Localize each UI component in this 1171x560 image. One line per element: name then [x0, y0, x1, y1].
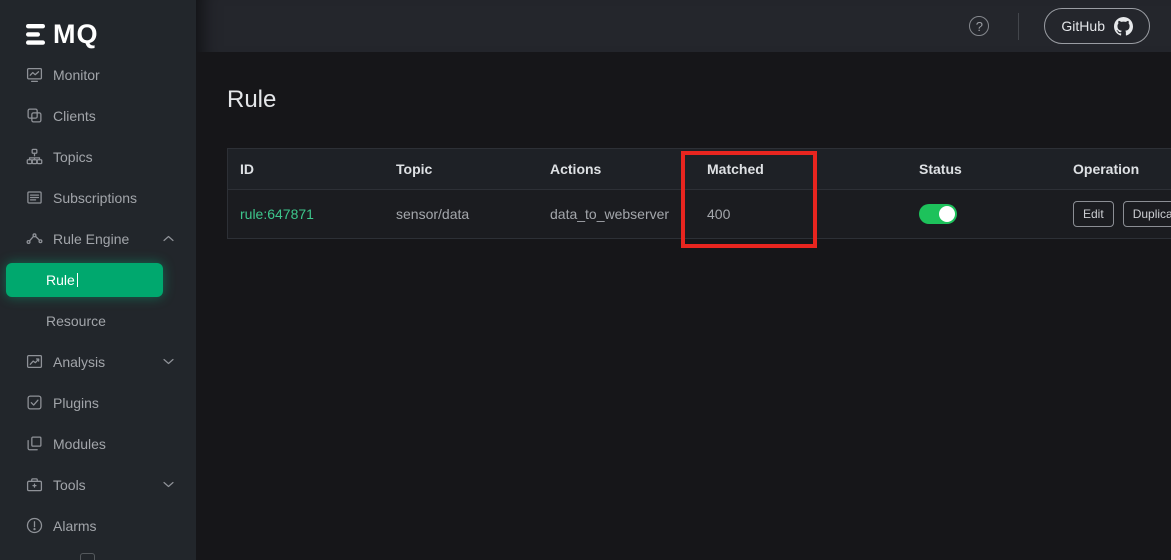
sidebar-item-label: Rule Engine: [53, 231, 129, 247]
cell-matched: 400: [695, 206, 907, 222]
sidebar-item-modules[interactable]: Modules: [0, 423, 196, 464]
edit-button[interactable]: Edit: [1073, 201, 1114, 227]
github-button[interactable]: GitHub: [1044, 8, 1150, 44]
sidebar-item-analysis[interactable]: Analysis: [0, 341, 196, 382]
alarms-icon: [26, 517, 43, 534]
text-caret: [77, 273, 78, 287]
sidebar-item-monitor[interactable]: Monitor: [0, 54, 196, 95]
sidebar-item-label: Resource: [46, 313, 106, 329]
rule-id-link[interactable]: rule:647871: [240, 206, 314, 222]
emq-logo: MQ: [0, 0, 196, 52]
active-item-pill: Rule: [6, 263, 163, 297]
github-button-label: GitHub: [1061, 18, 1105, 34]
column-header-status: Status: [907, 161, 1061, 177]
table-row: rule:647871 sensor/data data_to_webserve…: [228, 190, 1171, 239]
emq-logo-bars-icon: [26, 24, 50, 45]
sidebar-item-label: Rule: [46, 272, 75, 288]
plugins-icon: [26, 394, 43, 411]
sidebar-item-label: Modules: [53, 436, 106, 452]
column-header-topic: Topic: [384, 161, 538, 177]
sidebar-item-rule[interactable]: Rule: [0, 259, 196, 300]
page-title: Rule: [227, 85, 1171, 114]
cell-topic: sensor/data: [384, 206, 538, 222]
sidebar-item-label: Analysis: [53, 354, 105, 370]
duplicate-button[interactable]: Duplicate: [1123, 201, 1171, 227]
cell-actions: data_to_webserver: [538, 206, 695, 222]
sidebar-item-plugins[interactable]: Plugins: [0, 382, 196, 423]
sidebar-item-topics[interactable]: Topics: [0, 136, 196, 177]
sidebar: MQ Monitor Clients: [0, 0, 196, 560]
sidebar-item-label: Clients: [53, 108, 96, 124]
column-header-operation: Operation: [1061, 161, 1171, 177]
sidebar-item-rule-engine[interactable]: Rule Engine: [0, 218, 196, 259]
table-header-row: ID Topic Actions Matched Status Operatio…: [228, 148, 1171, 190]
sidebar-item-label: Plugins: [53, 395, 99, 411]
column-header-matched: Matched: [695, 161, 907, 177]
sidebar-item-label: Subscriptions: [53, 190, 137, 206]
page-content: Rule ID Topic Actions Matched Status Ope…: [196, 85, 1171, 239]
chevron-down-icon: [163, 481, 174, 488]
sidebar-nav: Monitor Clients Topics: [0, 54, 196, 546]
rule-engine-icon: [26, 230, 43, 247]
sidebar-item-resource[interactable]: Resource: [0, 300, 196, 341]
sidebar-item-clients[interactable]: Clients: [0, 95, 196, 136]
tools-icon: [26, 476, 43, 493]
rules-table: ID Topic Actions Matched Status Operatio…: [227, 148, 1171, 239]
chevron-up-icon: [163, 235, 174, 242]
sidebar-item-label: Monitor: [53, 67, 100, 83]
logo-text: MQ: [53, 21, 99, 48]
help-icon[interactable]: ?: [969, 16, 989, 36]
status-toggle-knob: [939, 206, 955, 222]
clients-icon: [26, 107, 43, 124]
topics-icon: [26, 148, 43, 165]
topbar: ? GitHub: [196, 0, 1171, 52]
column-header-id: ID: [228, 161, 384, 177]
modules-icon: [26, 435, 43, 452]
status-toggle[interactable]: [919, 204, 957, 224]
sidebar-item-label: Alarms: [53, 518, 97, 534]
monitor-icon: [26, 66, 43, 83]
sidebar-item-subscriptions[interactable]: Subscriptions: [0, 177, 196, 218]
main-area: ? GitHub Rule ID Topic Actions Matched S…: [196, 0, 1171, 560]
sidebar-item-tools[interactable]: Tools: [0, 464, 196, 505]
subscriptions-icon: [26, 189, 43, 206]
github-octocat-icon: [1114, 17, 1133, 36]
partial-next-item-icon: [80, 553, 95, 560]
column-header-actions: Actions: [538, 161, 695, 177]
sidebar-item-label: Topics: [53, 149, 93, 165]
analysis-icon: [26, 353, 43, 370]
sidebar-item-alarms[interactable]: Alarms: [0, 505, 196, 546]
sidebar-item-label: Tools: [53, 477, 86, 493]
topbar-divider: [1018, 13, 1019, 40]
chevron-down-icon: [163, 358, 174, 365]
